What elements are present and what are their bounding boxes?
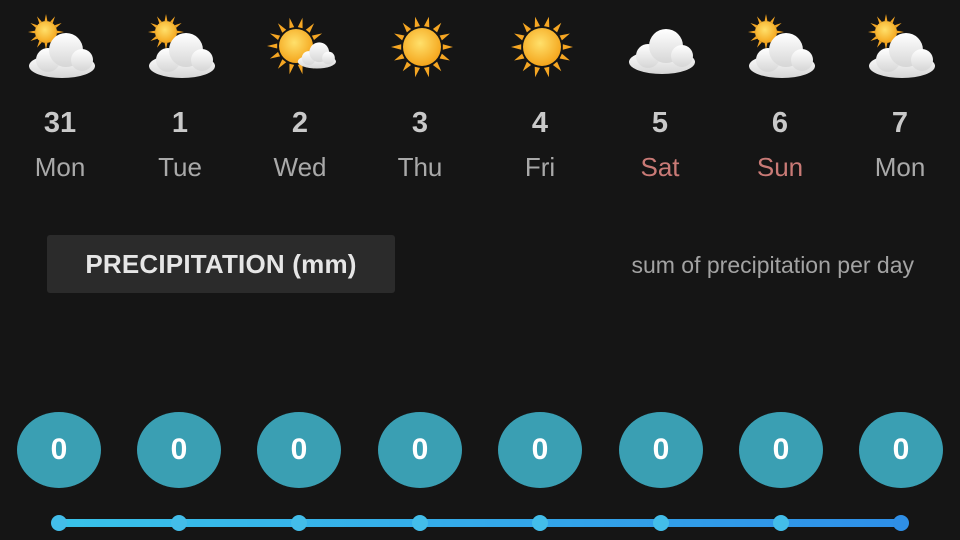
day-column[interactable]: 4 Fri xyxy=(480,0,600,200)
day-name: Mon xyxy=(874,152,926,182)
sun-with-small-cloud-icon xyxy=(266,14,338,80)
precipitation-note: sum of precipitation per day xyxy=(631,252,914,278)
precipitation-value-bubble[interactable]: 0 xyxy=(378,412,462,488)
day-name: Sun xyxy=(756,152,804,182)
track-point[interactable] xyxy=(893,515,909,531)
sun-icon xyxy=(506,14,578,80)
day-column[interactable]: 7 Mon xyxy=(840,0,960,200)
precipitation-value-bubble[interactable]: 0 xyxy=(859,412,943,488)
day-name: Wed xyxy=(273,152,327,182)
day-number: 4 xyxy=(531,107,549,139)
day-column[interactable]: 1 Tue xyxy=(120,0,240,200)
track-point[interactable] xyxy=(291,515,307,531)
sun-behind-cloud-icon xyxy=(26,14,98,80)
sun-behind-cloud-icon xyxy=(866,14,938,80)
track-point[interactable] xyxy=(653,515,669,531)
day-column[interactable]: 2 Wed xyxy=(240,0,360,200)
day-column[interactable]: 31 Mon xyxy=(0,0,120,200)
track-point[interactable] xyxy=(532,515,548,531)
day-number: 5 xyxy=(651,107,669,139)
day-name: Mon xyxy=(34,152,86,182)
day-number: 3 xyxy=(411,107,429,139)
track-point[interactable] xyxy=(51,515,67,531)
precipitation-value-bubble[interactable]: 0 xyxy=(739,412,823,488)
day-name: Tue xyxy=(158,152,202,182)
precipitation-value-bubble[interactable]: 0 xyxy=(137,412,221,488)
day-column[interactable]: 5 Sat xyxy=(600,0,720,200)
sun-behind-cloud-icon xyxy=(146,14,218,80)
cloud-icon xyxy=(626,14,698,80)
track-point[interactable] xyxy=(773,515,789,531)
precipitation-value-bubble[interactable]: 0 xyxy=(619,412,703,488)
day-number: 1 xyxy=(171,107,189,139)
day-number: 31 xyxy=(43,107,77,139)
sun-icon xyxy=(386,14,458,80)
day-column[interactable]: 3 Thu xyxy=(360,0,480,200)
day-number: 6 xyxy=(771,107,789,139)
precipitation-value-bubble[interactable]: 0 xyxy=(17,412,101,488)
track-point[interactable] xyxy=(171,515,187,531)
day-number: 2 xyxy=(291,107,309,139)
precipitation-value-bubble[interactable]: 0 xyxy=(498,412,582,488)
day-number: 7 xyxy=(891,107,909,139)
day-name: Sat xyxy=(640,152,680,182)
precipitation-title-badge[interactable]: PRECIPITATION (mm) xyxy=(47,235,395,293)
forecast-days: 31 Mon 1 Tue 2 Wed 3 Thu 4 Fri 5 Sat 6 S… xyxy=(0,0,960,200)
day-column[interactable]: 6 Sun xyxy=(720,0,840,200)
day-name: Fri xyxy=(524,152,556,182)
sun-behind-cloud-icon xyxy=(746,14,818,80)
track-point[interactable] xyxy=(412,515,428,531)
day-name: Thu xyxy=(397,152,443,182)
precipitation-value-bubble[interactable]: 0 xyxy=(257,412,341,488)
